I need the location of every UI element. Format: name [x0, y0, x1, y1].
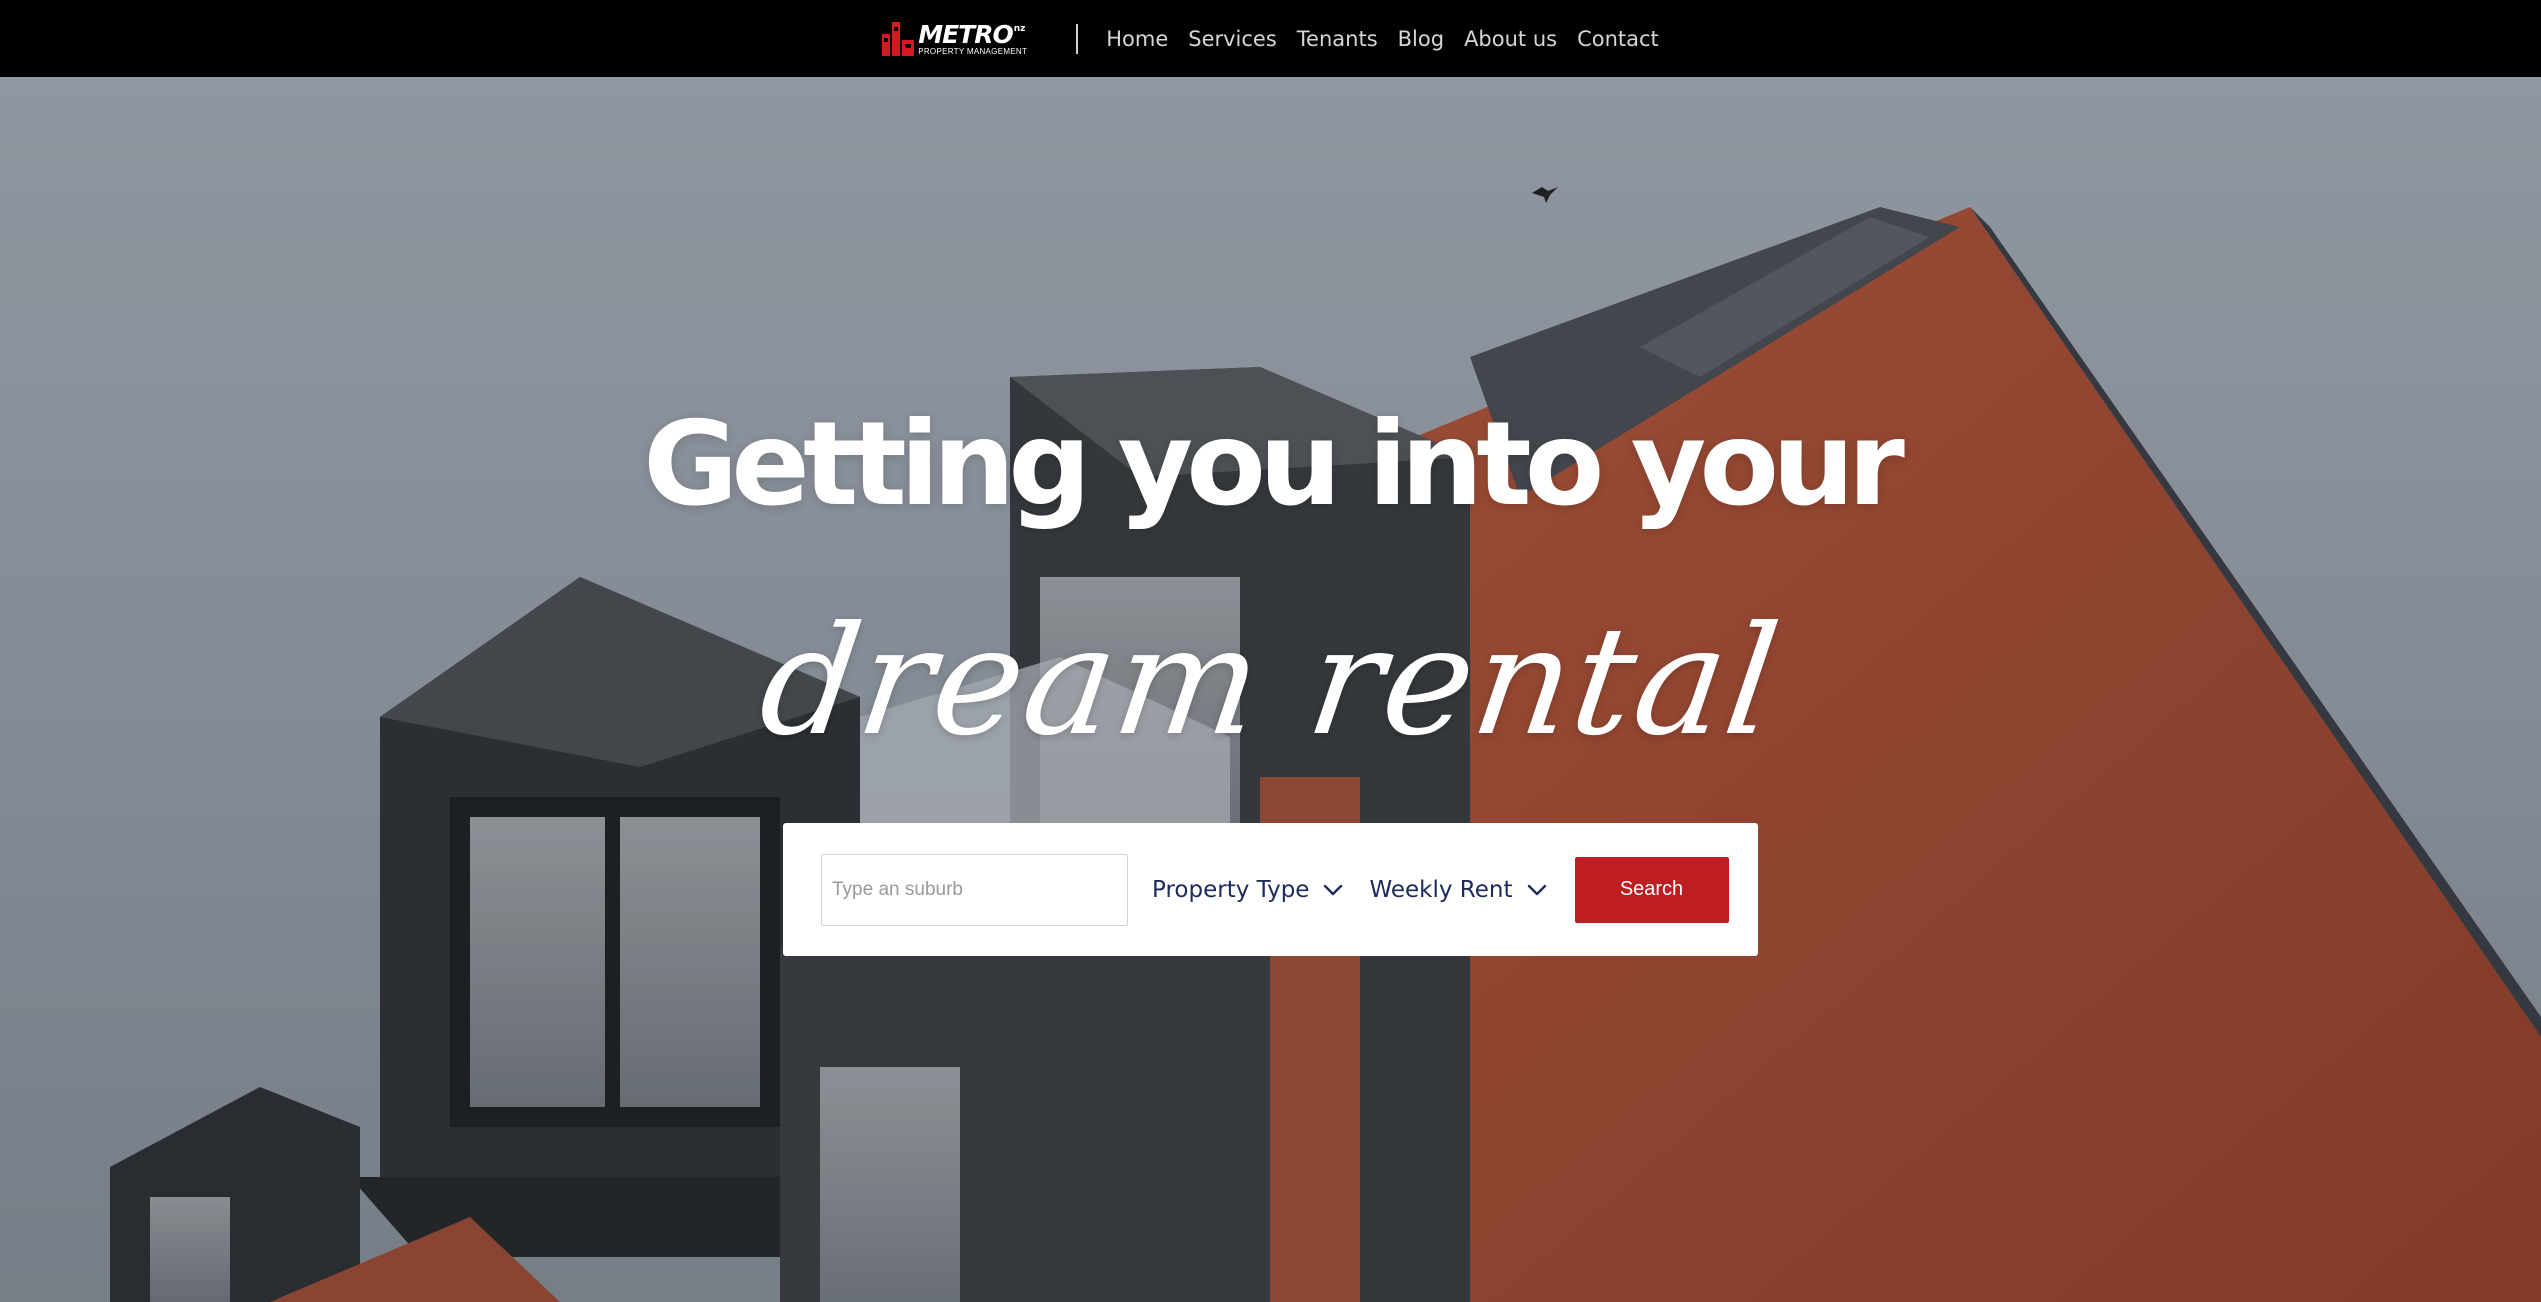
- logo-tagline: PROPERTY MANAGEMENT: [918, 46, 1028, 56]
- nav-link-services[interactable]: Services: [1188, 27, 1277, 51]
- property-search-box: Property Type Weekly Rent Search: [783, 823, 1758, 956]
- logo-suffix: nz: [1013, 23, 1026, 34]
- hero-headline: Getting you into your: [643, 397, 1905, 532]
- hero-script-wrap: dream rental: [0, 595, 2541, 845]
- weekly-rent-label: Weekly Rent: [1369, 876, 1513, 903]
- nav-divider: [1076, 23, 1079, 54]
- suburb-input[interactable]: [821, 853, 1128, 926]
- nav-link-about-us[interactable]: About us: [1464, 27, 1557, 51]
- nav-link-blog[interactable]: Blog: [1398, 27, 1444, 51]
- property-type-dropdown[interactable]: Property Type: [1152, 877, 1343, 903]
- chevron-down-icon: [1324, 884, 1343, 895]
- chevron-down-icon: [1527, 884, 1546, 895]
- nav-inner: METRO nz PROPERTY MANAGEMENT Home Servic…: [882, 0, 1659, 77]
- search-button[interactable]: Search: [1574, 856, 1729, 923]
- top-navbar: METRO nz PROPERTY MANAGEMENT Home Servic…: [0, 0, 2541, 77]
- nav-link-home[interactable]: Home: [1106, 27, 1168, 51]
- weekly-rent-dropdown[interactable]: Weekly Rent: [1369, 877, 1546, 903]
- nav-links: Home Services Tenants Blog About us Cont…: [1106, 27, 1659, 51]
- logo-wordmark-text: METRO: [918, 19, 1014, 49]
- hero-script-text: dream rental: [750, 595, 1791, 769]
- hero-section: Getting you into your dream rental: [0, 77, 2541, 1302]
- logo-wordmark: METRO nz: [918, 22, 1027, 47]
- nav-link-tenants[interactable]: Tenants: [1297, 27, 1378, 51]
- property-type-label: Property Type: [1152, 876, 1310, 903]
- logo-building-icon: [882, 21, 915, 56]
- nav-link-contact[interactable]: Contact: [1577, 27, 1659, 51]
- metro-logo[interactable]: METRO nz PROPERTY MANAGEMENT: [882, 19, 1042, 59]
- logo-text: METRO nz PROPERTY MANAGEMENT: [918, 22, 1027, 56]
